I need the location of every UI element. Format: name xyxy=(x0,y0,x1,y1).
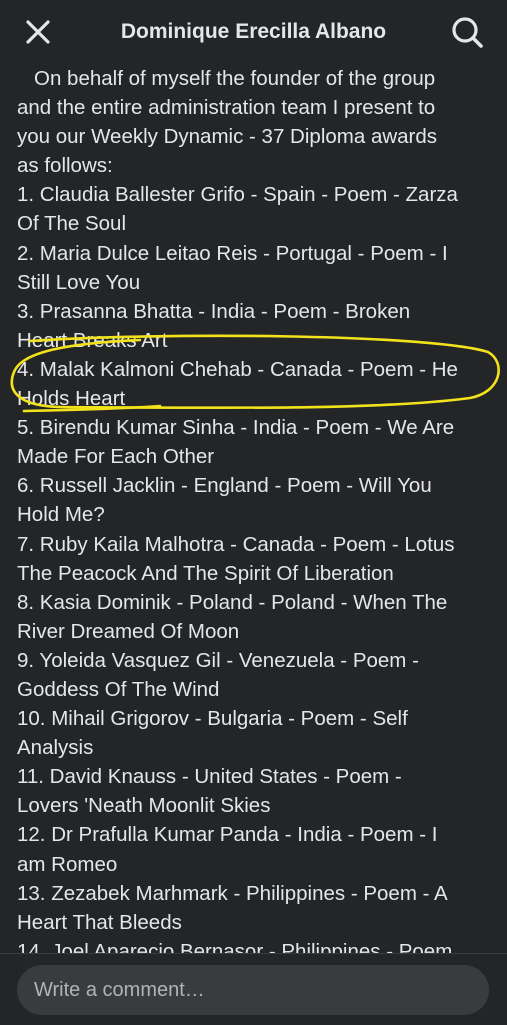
search-button[interactable] xyxy=(447,12,487,52)
post-line: 7. Ruby Kaila Malhotra - Canada - Poem -… xyxy=(17,532,455,556)
comment-bar xyxy=(0,953,507,1025)
post-line: 4. Malak Kalmoni Chehab - Canada - Poem … xyxy=(17,357,458,381)
post-line: Hold Me? xyxy=(17,503,105,527)
post-line: Heart Breaks Art xyxy=(17,328,168,352)
post-line: am Romeo xyxy=(17,852,118,876)
post-line: 10. Mihail Grigorov - Bulgaria - Poem - … xyxy=(17,707,408,731)
post-body: On behalf of myself the founder of the g… xyxy=(17,64,495,954)
post-line: and the entire administration team I pre… xyxy=(17,96,436,120)
post-line: 12. Dr Prafulla Kumar Panda - India - Po… xyxy=(17,823,438,847)
post-line: Heart That Bleeds xyxy=(17,910,182,934)
post-line: Made For Each Other xyxy=(17,445,215,469)
post-line: On behalf of myself the founder of the g… xyxy=(34,67,436,90)
comment-input[interactable] xyxy=(17,965,489,1015)
post-line: 9. Yoleida Vasquez Gil - Venezuela - Poe… xyxy=(17,648,419,672)
post-line: 8. Kasia Dominik - Poland - Poland - Whe… xyxy=(17,590,448,614)
post-line: as follows: xyxy=(17,154,113,178)
close-button[interactable] xyxy=(20,14,56,50)
post-line: 13. Zezabek Marhmark - Philippines - Poe… xyxy=(17,881,448,905)
header-bar: Dominique Erecilla Albano xyxy=(0,0,507,64)
search-icon xyxy=(452,17,483,48)
post-line: 14. Joel Aparecio Bernasor - Philippines… xyxy=(17,939,453,954)
post-line: Still Love You xyxy=(17,270,141,294)
post-line: Goddess Of The Wind xyxy=(17,677,220,701)
post-line: 1. Claudia Ballester Grifo - Spain - Poe… xyxy=(17,183,458,207)
post-line: River Dreamed Of Moon xyxy=(17,619,240,643)
post-line: 2. Maria Dulce Leitao Reis - Portugal - … xyxy=(17,241,448,265)
close-icon xyxy=(26,20,50,44)
post-line: The Peacock And The Spirit Of Liberation xyxy=(17,561,394,585)
post-line: Analysis xyxy=(17,736,94,760)
page-title: Dominique Erecilla Albano xyxy=(120,20,387,43)
post-line: Holds Heart xyxy=(17,387,126,411)
post-line: Of The Soul xyxy=(17,212,127,236)
post-line: 5. Birendu Kumar Sinha - India - Poem - … xyxy=(17,416,455,440)
post-line: you our Weekly Dynamic - 37 Diploma awar… xyxy=(17,125,438,149)
post-line: 3. Prasanna Bhatta - India - Poem - Brok… xyxy=(17,299,411,323)
post-line: 11. David Knauss - United States - Poem … xyxy=(17,765,402,789)
post-text: On behalf of myself the founder of the g… xyxy=(17,64,495,954)
post-line: Lovers 'Neath Moonlit Skies xyxy=(17,794,271,818)
post-line: 6. Russell Jacklin - England - Poem - Wi… xyxy=(17,474,432,498)
